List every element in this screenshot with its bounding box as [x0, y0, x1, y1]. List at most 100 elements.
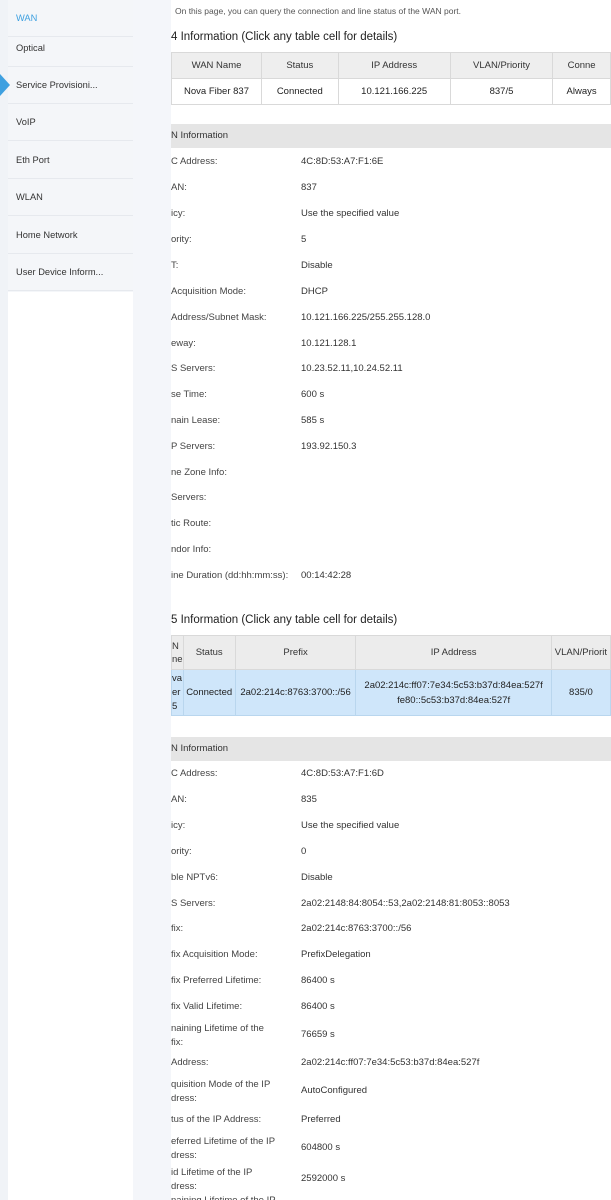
nav-item-voip[interactable]: VoIP	[8, 104, 133, 141]
info-value: 76659 s	[301, 1029, 335, 1040]
info-value: 585 s	[301, 415, 325, 426]
nav-item-user-device-information[interactable]: User Device Inform...	[8, 254, 133, 291]
info-label: fix Valid Lifetime:	[171, 1001, 243, 1012]
info-label: Address:	[171, 1057, 209, 1068]
info-label: C Address:	[171, 768, 218, 779]
column-header: VLAN/Priorit	[550, 635, 611, 670]
info-label: fix Acquisition Mode:	[171, 949, 258, 960]
nav-item-optical[interactable]: Optical	[8, 30, 133, 67]
column-header: IP Address	[355, 635, 552, 670]
column-header: Status	[261, 52, 339, 79]
table-cell[interactable]: Connected	[182, 669, 236, 716]
info-label: Servers:	[171, 492, 207, 503]
info-value: 00:14:42:28	[301, 570, 352, 581]
info-value: 86400 s	[301, 1001, 335, 1012]
info-label: tic Route:	[171, 518, 212, 529]
ipv4-info-header: N Information	[171, 124, 611, 148]
info-value: 2a02:2148:84:8054::53,2a02:2148:81:8053:…	[301, 898, 510, 909]
table-row-selected[interactable]: va er 5 Connected 2a02:214c:8763:3700::/…	[171, 669, 611, 716]
info-label: ne Zone Info:	[171, 467, 227, 478]
info-label: eferred Lifetime of the IP dress:	[171, 1136, 276, 1161]
info-value: 4C:8D:53:A7:F1:6E	[301, 156, 384, 167]
info-label: C Address:	[171, 156, 218, 167]
info-label: fix:	[171, 923, 184, 934]
info-value: Disable	[301, 872, 333, 883]
table-cell[interactable]: 2a02:214c:ff07:7e34:5c53:b37d:84ea:527f …	[355, 669, 552, 716]
info-value: 10.121.128.1	[301, 338, 357, 349]
info-value: Disable	[301, 260, 333, 271]
table-cell[interactable]: va er 5	[171, 669, 184, 716]
info-header-label: N Information	[171, 130, 229, 141]
info-label: ine Duration (dd:hh:mm:ss):	[171, 570, 289, 581]
info-header-label: N Information	[171, 743, 229, 754]
sidebar-strip	[0, 0, 8, 1200]
ipv6-info-header: N Information	[171, 737, 611, 761]
ipv4-table: WAN Name Status IP Address VLAN/Priority…	[171, 52, 611, 105]
info-label: S Servers:	[171, 898, 216, 909]
column-header: VLAN/Priority	[449, 52, 554, 79]
nav-item-wlan[interactable]: WLAN	[8, 179, 133, 216]
info-value: 2a02:214c:ff07:7e34:5c53:b37d:84ea:527f	[301, 1057, 480, 1068]
info-value: 0	[301, 846, 307, 857]
info-label: AN:	[171, 794, 187, 805]
table-cell[interactable]: 2a02:214c:8763:3700::/56	[234, 669, 357, 716]
ipv6-section-title: 5 Information (Click any table cell for …	[171, 614, 398, 626]
column-header: Prefix	[234, 635, 357, 670]
info-label: tus of the IP Address:	[171, 1114, 262, 1125]
info-value: PrefixDelegation	[301, 949, 371, 960]
ipv6-table: N ne Status Prefix IP Address VLAN/Prior…	[171, 635, 611, 716]
info-value: 10.121.166.225/255.255.128.0	[301, 312, 431, 323]
active-marker-icon	[0, 74, 10, 96]
table-cell[interactable]: Connected	[261, 78, 339, 105]
info-value: Use the specified value	[301, 820, 400, 831]
table-header-row: WAN Name Status IP Address VLAN/Priority…	[171, 52, 611, 79]
info-label: icy:	[171, 208, 186, 219]
info-value: Preferred	[301, 1114, 341, 1125]
nav-item-home-network[interactable]: Home Network	[8, 217, 133, 254]
table-cell[interactable]: Nova Fiber 837	[171, 78, 263, 105]
table-cell[interactable]: 835/0	[550, 669, 611, 716]
main-content: On this page, you can query the connecti…	[171, 0, 611, 1200]
column-header: WAN Name	[171, 52, 263, 79]
table-row[interactable]: Nova Fiber 837 Connected 10.121.166.225 …	[171, 78, 611, 105]
info-label: AN:	[171, 182, 187, 193]
info-value: Use the specified value	[301, 208, 400, 219]
info-value: DHCP	[301, 286, 328, 297]
info-value: 86400 s	[301, 975, 335, 986]
table-cell[interactable]: Always	[552, 78, 611, 105]
info-value: 10.23.52.11,10.24.52.11	[301, 363, 403, 374]
info-label: ndor Info:	[171, 544, 212, 555]
info-label: Address/Subnet Mask:	[171, 312, 267, 323]
column-header: N ne	[171, 635, 184, 670]
info-value: 604800 s	[301, 1142, 341, 1153]
column-header: Conne	[552, 52, 611, 79]
table-cell[interactable]: 10.121.166.225	[337, 78, 451, 105]
table-cell[interactable]: 837/5	[449, 78, 554, 105]
sidebar-nav: WAN Optical Service Provisioni... VoIP E…	[8, 0, 133, 292]
info-label: T:	[171, 260, 179, 271]
ipv4-section-title: 4 Information (Click any table cell for …	[171, 31, 398, 43]
info-label: Acquisition Mode:	[171, 286, 246, 297]
info-value: 837	[301, 182, 317, 193]
info-label: P Servers:	[171, 441, 216, 452]
content-gutter	[133, 0, 171, 1200]
info-label: quisition Mode of the IP dress:	[171, 1079, 271, 1104]
info-label: icy:	[171, 820, 186, 831]
info-label: eway:	[171, 338, 196, 349]
info-value: AutoConfigured	[301, 1085, 368, 1096]
nav-item-eth-port[interactable]: Eth Port	[8, 142, 133, 179]
nav-item-service-provisioning[interactable]: Service Provisioni...	[8, 67, 133, 104]
column-header: IP Address	[337, 52, 451, 79]
info-label: S Servers:	[171, 363, 216, 374]
info-label: fix Preferred Lifetime:	[171, 975, 262, 986]
info-label: se Time:	[171, 389, 207, 400]
info-label: id Lifetime of the IP dress:	[171, 1167, 253, 1192]
table-header-row: N ne Status Prefix IP Address VLAN/Prior…	[171, 635, 611, 670]
info-label: ority:	[171, 846, 192, 857]
info-label: ble NPTv6:	[171, 872, 218, 883]
info-value: 835	[301, 794, 317, 805]
info-value: 2a02:214c:8763:3700::/56	[301, 923, 412, 934]
info-value: 600 s	[301, 389, 325, 400]
info-value: 2592000 s	[301, 1173, 346, 1184]
info-value: 4C:8D:53:A7:F1:6D	[301, 768, 384, 779]
